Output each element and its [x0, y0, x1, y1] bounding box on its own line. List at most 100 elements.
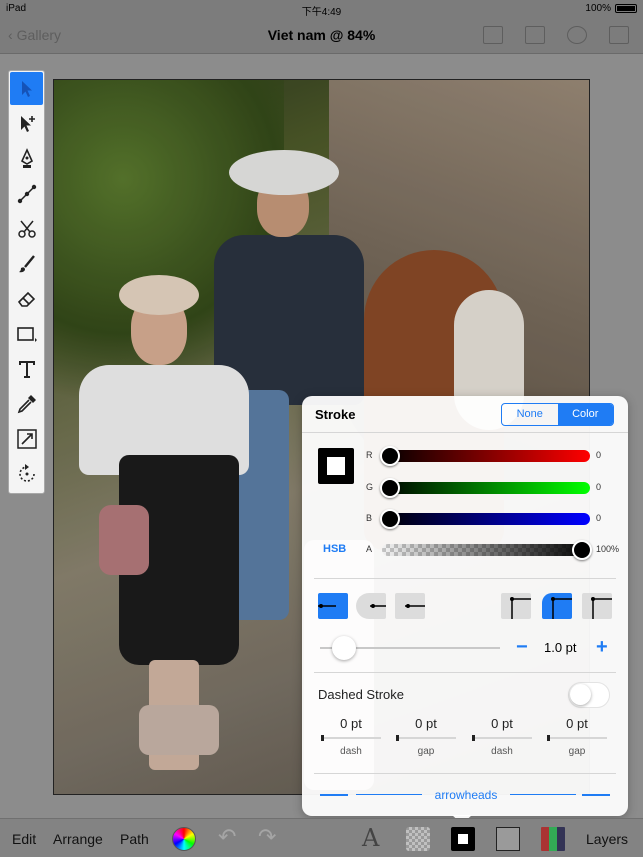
round-join-icon: [551, 597, 572, 619]
share-icon[interactable]: [609, 26, 629, 44]
dash-caption: dash: [340, 746, 362, 757]
opacity-pattern-icon[interactable]: [541, 827, 565, 851]
green-label: G: [366, 482, 374, 492]
start-arrowhead-button[interactable]: [320, 794, 348, 796]
gap-slider[interactable]: [396, 735, 456, 741]
undo-icon[interactable]: ↶: [218, 824, 242, 849]
eraser-tool[interactable]: [10, 282, 43, 315]
canvas-size-icon[interactable]: [483, 26, 503, 44]
alpha-slider[interactable]: A 100%: [364, 540, 626, 560]
settings-gear-icon[interactable]: [567, 26, 587, 44]
blue-slider[interactable]: B 0: [364, 509, 626, 529]
arrowheads-label: arrowheads: [434, 788, 498, 802]
blue-knob[interactable]: [380, 509, 400, 529]
butt-cap-icon: [318, 604, 336, 608]
nav-bar: ‹ Gallery Viet nam @ 84%: [0, 18, 643, 54]
rotate-icon: [18, 463, 35, 482]
battery-percent: 100%: [585, 3, 611, 14]
red-label: R: [366, 450, 373, 460]
arrowheads-row[interactable]: arrowheads: [320, 788, 610, 802]
shadow-icon[interactable]: [496, 827, 520, 851]
text-t-icon: [18, 360, 35, 378]
color-wheel-icon[interactable]: [172, 827, 196, 851]
gap-field-2[interactable]: 0 pt gap: [542, 716, 612, 757]
pen-nib-icon: [20, 147, 33, 168]
gap-caption: gap: [417, 746, 435, 757]
edit-button[interactable]: Edit: [12, 831, 36, 847]
round-cap-button[interactable]: [356, 593, 386, 619]
stroke-mode-color[interactable]: Color: [557, 404, 613, 425]
image-import-icon[interactable]: [525, 26, 545, 44]
green-value: 0: [596, 482, 602, 492]
bevel-join-button[interactable]: [582, 593, 612, 619]
redo-icon[interactable]: ↷: [258, 824, 282, 849]
brush-tool[interactable]: [10, 247, 43, 280]
blue-value: 0: [596, 513, 602, 523]
red-value: 0: [596, 450, 602, 460]
decrease-width-button[interactable]: −: [516, 636, 528, 658]
dash-slider[interactable]: [472, 735, 532, 741]
bottom-toolbar: Edit Arrange Path ↶ ↷ A Layers: [0, 818, 643, 857]
stroke-width-row: − 1.0 pt +: [320, 636, 616, 660]
text-tool[interactable]: [10, 352, 43, 385]
shape-tool[interactable]: [10, 317, 43, 350]
alpha-knob[interactable]: [572, 540, 592, 560]
alpha-value: 100%: [596, 544, 620, 554]
tool-palette: [8, 70, 45, 494]
path-button[interactable]: Path: [120, 831, 149, 847]
alpha-label: A: [366, 544, 373, 554]
hsb-toggle-button[interactable]: HSB: [323, 543, 346, 555]
stroke-panel: Stroke None Color R 0 G 0 B 0 HSB A 100%: [302, 396, 628, 816]
blue-track[interactable]: [382, 513, 590, 525]
stroke-width-knob[interactable]: [332, 636, 356, 660]
eyedropper-icon: [17, 394, 36, 413]
dashed-stroke-toggle[interactable]: [568, 682, 610, 708]
eyedropper-tool[interactable]: [10, 387, 43, 420]
fill-icon[interactable]: [406, 827, 430, 851]
arrange-button[interactable]: Arrange: [53, 831, 103, 847]
layers-button[interactable]: Layers: [586, 831, 628, 847]
red-slider[interactable]: R 0: [364, 446, 626, 466]
green-slider[interactable]: G 0: [364, 478, 626, 498]
pen-tool[interactable]: [10, 142, 43, 175]
increase-width-button[interactable]: +: [596, 636, 608, 658]
stroke-panel-title: Stroke: [315, 407, 356, 422]
stroke-panel-header: Stroke None Color: [302, 396, 628, 433]
scissors-tool[interactable]: [10, 212, 43, 245]
divider: [314, 578, 616, 579]
gap-caption: gap: [568, 746, 586, 757]
dash-field-2[interactable]: 0 pt dash: [467, 716, 537, 757]
status-bar: iPad 下午4:49 100%: [0, 0, 643, 18]
text-style-icon[interactable]: A: [362, 824, 386, 852]
butt-cap-button[interactable]: [318, 593, 348, 619]
round-join-button[interactable]: [542, 593, 572, 619]
green-track[interactable]: [382, 482, 590, 494]
bezier-tool[interactable]: [10, 177, 43, 210]
miter-join-button[interactable]: [501, 593, 531, 619]
dash-slider[interactable]: [321, 735, 381, 741]
rectangle-icon: [16, 326, 37, 342]
divider: [314, 672, 616, 673]
scale-tool[interactable]: [10, 422, 43, 455]
scale-icon: [16, 428, 37, 449]
blue-label: B: [366, 513, 373, 523]
stroke-color-swatch[interactable]: [318, 448, 354, 484]
square-cap-button[interactable]: [395, 593, 425, 619]
alpha-track[interactable]: [382, 544, 590, 556]
gap-field-1[interactable]: 0 pt gap: [391, 716, 461, 757]
select-tool[interactable]: [10, 72, 43, 105]
square-cap-icon: [405, 604, 425, 608]
status-right: 100%: [585, 3, 637, 14]
node-select-tool[interactable]: [10, 107, 43, 140]
red-knob[interactable]: [380, 446, 400, 466]
dash-field-1[interactable]: 0 pt dash: [316, 716, 386, 757]
green-knob[interactable]: [380, 478, 400, 498]
end-arrowhead-button[interactable]: [582, 794, 610, 796]
stroke-icon[interactable]: [451, 827, 475, 851]
stroke-mode-none[interactable]: None: [502, 404, 558, 425]
red-track[interactable]: [382, 450, 590, 462]
divider: [314, 773, 616, 774]
stroke-mode-segmented: None Color: [501, 403, 614, 426]
rotate-tool[interactable]: [10, 457, 43, 490]
gap-slider[interactable]: [547, 735, 607, 741]
